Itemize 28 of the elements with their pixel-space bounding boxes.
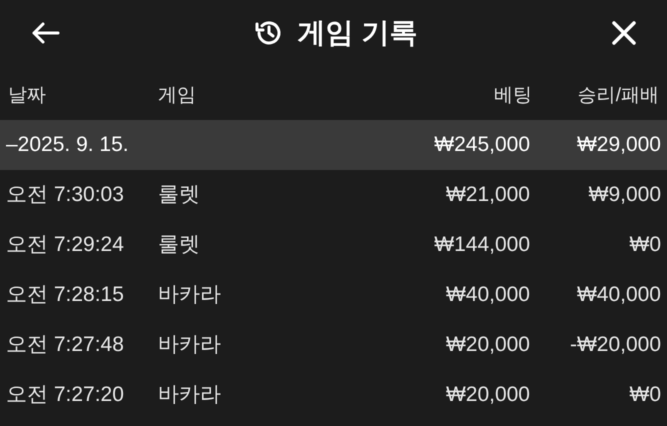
- column-header: 게임: [158, 84, 197, 108]
- time-cell-text: 오전 7:27:48: [6, 332, 125, 358]
- time-cell-text: 오전 7:28:15: [6, 282, 125, 308]
- result-cell-text: ₩40,000: [576, 282, 661, 308]
- game-cell-text: 바카라: [158, 332, 222, 358]
- column-header: 승리/패배: [576, 84, 659, 108]
- time-cell-text: 오전 7:29:24: [6, 232, 125, 258]
- result-cell-text: -₩20,000: [568, 332, 661, 358]
- game-cell-text: 바카라: [158, 382, 222, 408]
- time-cell-text: 오전 7:27:20: [6, 382, 125, 408]
- result-cell-text: ₩0: [628, 232, 661, 258]
- page-title: 게임 기록: [298, 16, 418, 50]
- result-cell-text: ₩0: [628, 382, 661, 408]
- column-header: 날짜: [8, 84, 47, 108]
- time-cell-text: 오전 7:30:03: [6, 182, 125, 208]
- close-icon[interactable]: [611, 20, 637, 46]
- result-cell-text: ₩9,000: [588, 182, 661, 208]
- bet-cell-text: ₩20,000: [444, 382, 531, 408]
- game-cell-text: 바카라: [158, 282, 222, 308]
- date-group-row[interactable]: –2025. 9. 15. ₩245,000 ₩29,000: [0, 120, 667, 170]
- bet-cell-text: ₩20,000: [444, 332, 531, 358]
- game-cell-text: 룰렛: [158, 232, 201, 258]
- column-header: 베팅: [493, 84, 533, 108]
- bet-cell-text: ₩40,000: [444, 282, 531, 308]
- back-icon[interactable]: [30, 21, 60, 45]
- bet-cell-text: ₩21,000: [444, 182, 531, 208]
- game-cell-text: 룰렛: [158, 182, 201, 208]
- bet-cell-text: ₩144,000: [433, 232, 531, 258]
